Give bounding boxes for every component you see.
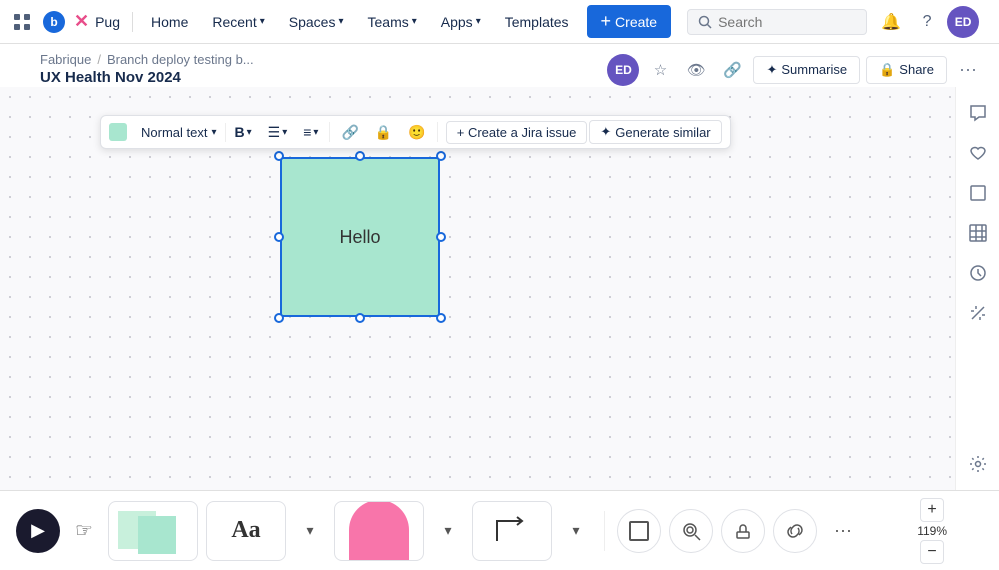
- nav-home[interactable]: Home: [141, 10, 198, 34]
- handle-top-right[interactable]: [436, 151, 446, 161]
- stamp-tool[interactable]: [721, 509, 765, 553]
- breadcrumb-item-1[interactable]: Fabrique: [40, 52, 91, 67]
- avatar[interactable]: ED: [947, 6, 979, 38]
- logo-b[interactable]: b: [40, 8, 68, 36]
- like-panel-icon[interactable]: [960, 135, 996, 171]
- canvas-box[interactable]: Hello: [280, 157, 440, 317]
- search-icon: [698, 15, 712, 29]
- pink-shape: [349, 501, 409, 560]
- selected-element[interactable]: Hello: [280, 157, 440, 317]
- summarise-button[interactable]: ✦ Summarise: [753, 56, 860, 84]
- search-bar[interactable]: [687, 9, 867, 35]
- connector-tool[interactable]: [472, 501, 552, 561]
- title-actions: ED ☆ 👁 🔗 ✦ Summarise 🔒 Share ···: [607, 54, 983, 86]
- zoom-controls: + 119% −: [917, 498, 947, 564]
- generate-similar-button[interactable]: ✦ Generate similar: [589, 120, 721, 144]
- right-sidebar: [955, 87, 999, 490]
- spaces-arrow: ▾: [338, 16, 343, 27]
- create-jira-button[interactable]: + Create a Jira issue: [446, 121, 588, 144]
- zoom-level: 119%: [917, 524, 947, 538]
- frame-icon: [628, 520, 650, 542]
- avatar-small[interactable]: ED: [607, 54, 639, 86]
- breadcrumb-sep: /: [97, 52, 101, 67]
- history-panel-icon[interactable]: [960, 255, 996, 291]
- nav-recent[interactable]: Recent ▾: [202, 10, 274, 34]
- nav-templates[interactable]: Templates: [495, 10, 579, 34]
- x-logo: ✕: [74, 11, 89, 32]
- text-tool[interactable]: Aa: [206, 501, 286, 561]
- bold-button[interactable]: B ▾: [228, 121, 259, 143]
- nav-teams[interactable]: Teams ▾: [358, 10, 427, 34]
- notifications-icon[interactable]: 🔔: [875, 6, 907, 38]
- recent-arrow: ▾: [260, 16, 265, 27]
- stamp-icon: [732, 520, 754, 542]
- nav-apps[interactable]: Apps ▾: [431, 10, 491, 34]
- search-input[interactable]: [718, 14, 838, 30]
- handle-top-left[interactable]: [274, 151, 284, 161]
- star-icon[interactable]: ☆: [645, 55, 675, 85]
- handle-bottom-mid[interactable]: [355, 313, 365, 323]
- cursor-tool[interactable]: ☞: [68, 515, 100, 547]
- table-panel-icon[interactable]: [960, 215, 996, 251]
- apps-arrow: ▾: [476, 16, 481, 27]
- bottom-toolbar-sep: [604, 511, 605, 551]
- shape-tool[interactable]: [334, 501, 424, 561]
- handle-bottom-right[interactable]: [436, 313, 446, 323]
- play-button[interactable]: ▶: [16, 509, 60, 553]
- text-tool-label: Aa: [231, 517, 260, 544]
- handle-bottom-left[interactable]: [274, 313, 284, 323]
- comment-panel-icon[interactable]: [960, 95, 996, 131]
- nav-spaces[interactable]: Spaces ▾: [279, 10, 354, 34]
- help-icon[interactable]: ?: [911, 6, 943, 38]
- text-style-selector[interactable]: Normal text ▾: [133, 123, 226, 142]
- shape-tool-arrow[interactable]: ▾: [432, 515, 464, 547]
- link-button[interactable]: 🔗: [334, 121, 365, 144]
- page-title: UX Health Nov 2024: [40, 69, 254, 87]
- link-icon[interactable]: 🔗: [717, 55, 747, 85]
- zoom-out-button[interactable]: −: [920, 540, 944, 564]
- nav-icons: 🔔 ? ED: [875, 6, 979, 38]
- eye-icon[interactable]: 👁: [681, 55, 711, 85]
- zoom-in-button[interactable]: +: [920, 498, 944, 522]
- link-icon: [784, 520, 806, 542]
- frame-panel-icon[interactable]: [960, 175, 996, 211]
- bottom-more-button[interactable]: ···: [825, 513, 861, 549]
- toolbar-sep-1: [329, 122, 330, 142]
- image-search-tool[interactable]: [669, 509, 713, 553]
- nav-divider: [132, 12, 133, 32]
- handle-mid-left[interactable]: [274, 232, 284, 242]
- main-content: Fabrique / Branch deploy testing b... UX…: [0, 44, 999, 570]
- canvas-area: Normal text ▾ B ▾ ☰ ▾ ≡ ▾ 🔗 🔒 🙂 + Create…: [0, 87, 999, 490]
- more-options-button[interactable]: ···: [953, 55, 983, 85]
- handle-top-mid[interactable]: [355, 151, 365, 161]
- emoji-button[interactable]: 🙂: [401, 121, 432, 144]
- wand-panel-icon[interactable]: [960, 295, 996, 331]
- grid-menu-icon[interactable]: [8, 8, 36, 36]
- handle-mid-right[interactable]: [436, 232, 446, 242]
- list-button[interactable]: ☰ ▾: [261, 121, 295, 144]
- text-tool-arrow[interactable]: ▾: [294, 515, 326, 547]
- breadcrumb: Fabrique / Branch deploy testing b...: [40, 52, 254, 69]
- breadcrumb-item-2[interactable]: Branch deploy testing b...: [107, 52, 254, 67]
- image-search-icon: [680, 520, 702, 542]
- connector-tool-arrow[interactable]: ▾: [560, 515, 592, 547]
- floating-toolbar: Normal text ▾ B ▾ ☰ ▾ ≡ ▾ 🔗 🔒 🙂 + Create…: [100, 115, 731, 149]
- link-tool[interactable]: [773, 509, 817, 553]
- create-button[interactable]: + Create: [587, 5, 672, 38]
- share-button[interactable]: 🔒 Share: [866, 56, 947, 84]
- color-swatch[interactable]: [109, 123, 127, 141]
- teams-arrow: ▾: [412, 16, 417, 27]
- top-nav: b ✕ Pug Home Recent ▾ Spaces ▾ Teams ▾ A…: [0, 0, 999, 44]
- settings-panel-icon[interactable]: [960, 446, 996, 482]
- align-button[interactable]: ≡ ▾: [296, 121, 325, 143]
- shapes-tool[interactable]: [108, 501, 198, 561]
- brand-name[interactable]: Pug: [95, 14, 120, 30]
- frame-tool[interactable]: [617, 509, 661, 553]
- connector-icon: [487, 511, 537, 551]
- lock-button[interactable]: 🔒: [368, 121, 399, 144]
- toolbar-sep-2: [437, 122, 438, 142]
- bottom-toolbar: ▶ ☞ Aa ▾ ▾ ▾: [0, 490, 999, 570]
